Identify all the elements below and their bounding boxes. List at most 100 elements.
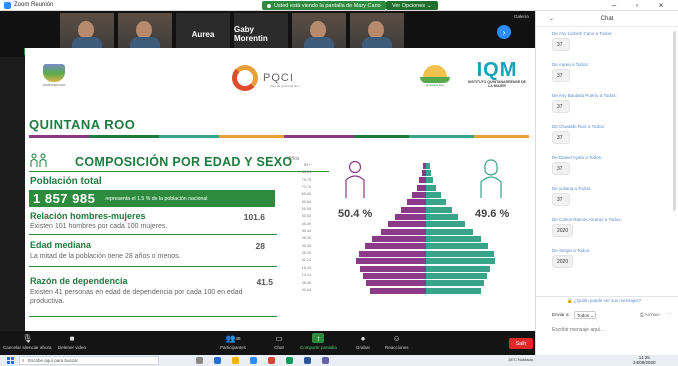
population-label: Población total	[30, 176, 102, 187]
close-icon[interactable]: ×	[652, 0, 670, 11]
chat-bubble: 2020	[552, 255, 574, 268]
chevron-down-icon: ⌄	[590, 313, 595, 318]
file-button[interactable]: ⎙ Archivo	[640, 312, 660, 317]
age-group-label: 75-79	[301, 177, 311, 182]
chat-header: ⌄ Chat	[536, 11, 678, 27]
view-options-button[interactable]: Ver Opciones ⌄	[386, 1, 438, 10]
male-bar	[371, 236, 426, 243]
participants-button[interactable]: 👥 48 Participantes	[220, 333, 247, 351]
male-bar	[401, 206, 426, 213]
age-group-label: 25-29	[301, 251, 311, 256]
chat-message: De Daniel Ayala a Todos: 37	[536, 152, 673, 183]
male-icon	[345, 160, 365, 198]
ratio-value: 101.6	[243, 212, 265, 222]
chat-scrollbar[interactable]	[673, 31, 676, 211]
male-bar	[416, 184, 426, 191]
excel-icon[interactable]	[286, 357, 293, 364]
more-icon[interactable]: ⋯	[667, 311, 672, 317]
chat-input[interactable]	[552, 324, 672, 336]
leave-button[interactable]: Salir	[509, 338, 533, 349]
chat-sender: De yuliana a Todos:	[552, 186, 592, 191]
shared-slide: QUINTANA ROO PQCI Plan de Quintana Roo Q…	[25, 48, 535, 331]
teams-icon[interactable]	[322, 357, 329, 364]
female-bar	[426, 162, 430, 169]
pqci-logo: PQCI Plan de Quintana Roo	[232, 63, 300, 93]
female-bar	[426, 214, 459, 221]
share-status-icon	[267, 3, 271, 8]
chat-sender: De Sergio a Todos:	[552, 248, 591, 253]
word-icon[interactable]	[304, 357, 311, 364]
age-group-label: 55-59	[301, 207, 311, 212]
color-bar-segment	[29, 135, 89, 138]
share-screen-icon: ↑	[312, 333, 325, 343]
age-group-label: 45-49	[301, 221, 311, 226]
who-can-see-link[interactable]: 🔒 ¿Quién puede ver sus mensajes?	[567, 298, 641, 304]
record-button[interactable]: ● Grabar	[356, 333, 370, 351]
chat-sender: De Oswaldo Ruiz a Todos:	[552, 124, 605, 129]
state-title: QUINTANA ROO	[29, 117, 136, 132]
age-group-label: 30-34	[301, 243, 311, 248]
maximize-icon[interactable]: ▫	[628, 0, 646, 11]
female-bar	[426, 228, 473, 235]
reactions-icon: ☺	[392, 333, 401, 343]
chevron-down-icon[interactable]: ⌄	[549, 15, 554, 22]
task-view-icon[interactable]	[196, 357, 203, 364]
chat-button[interactable]: ▭ Chat	[274, 333, 284, 351]
chat-bubble: 37	[552, 131, 570, 144]
female-percentage: 49.6 %	[475, 208, 510, 220]
windows-start-icon[interactable]	[7, 357, 14, 364]
color-bar-segment	[159, 135, 219, 138]
stop-video-button[interactable]: ■ Detener video	[58, 333, 86, 351]
send-to-row: Enviar a: Todos ⌄ ⎙ Archivo ⋯	[552, 311, 678, 321]
male-percentage: 50.4 %	[338, 208, 373, 220]
reactions-button[interactable]: ☺ Reacciones	[385, 333, 409, 351]
color-bar-segment	[219, 135, 284, 138]
taskbar-search[interactable]: ⌕ Escribe aquí para buscar	[19, 356, 159, 365]
zoom-taskbar-icon[interactable]	[250, 357, 257, 364]
divider	[29, 171, 329, 172]
dependency-desc: Existen 41 personas en edad de dependenc…	[30, 289, 243, 305]
mic-icon: 🎙	[22, 333, 33, 343]
share-screen-button[interactable]: ↑ Compartir pantalla	[300, 333, 337, 350]
file-explorer-icon[interactable]	[232, 357, 239, 364]
male-bar	[363, 272, 426, 279]
male-bar	[369, 287, 426, 294]
population-box: 1 857 985 representa el 1.5 % de la pobl…	[29, 190, 275, 207]
next-page-arrow-icon[interactable]: ›	[497, 25, 511, 39]
chat-bubble: 37	[552, 69, 570, 82]
edge-icon[interactable]	[214, 357, 221, 364]
share-banner: Usted está viendo la pantalla de Mary Ca…	[262, 1, 386, 10]
chrome-icon[interactable]	[268, 357, 275, 364]
male-bar	[419, 177, 426, 184]
age-group-label: 60-64	[301, 199, 311, 204]
male-bar	[412, 192, 426, 198]
taskbar-clock[interactable]: 11:25 24/09/2020	[633, 355, 656, 365]
population-note: representa el 1.5 % de la población naci…	[105, 195, 208, 202]
unmute-button[interactable]: 🎙 Cancelar silenciar ahora	[3, 333, 52, 351]
participants-label: Participantes	[220, 345, 247, 350]
female-bar	[426, 243, 489, 250]
male-bar	[394, 214, 426, 221]
minimize-icon[interactable]: –	[605, 0, 623, 11]
population-value: 1 857 985	[33, 191, 96, 206]
male-bar	[364, 243, 426, 250]
age-group-label: 05-09	[301, 280, 311, 285]
windows-taskbar: ⌕ Escribe aquí para buscar 18°C Nublado …	[0, 355, 678, 366]
chat-message: De Carlos Ramos Alcaraz a Todos: 2020	[536, 214, 673, 245]
female-bar	[426, 250, 494, 257]
chat-sender: De Aurea a Todos:	[552, 62, 589, 67]
female-bar	[426, 192, 441, 198]
decorative-color-bar	[29, 135, 529, 138]
female-bar	[426, 236, 482, 243]
send-to-label: Enviar a:	[552, 312, 570, 317]
female-bar	[426, 272, 488, 279]
gallery-view-label[interactable]: Galería	[514, 14, 529, 19]
chat-message: De Any Bautista Puerto a Todos: 37	[536, 90, 673, 121]
recipient-select[interactable]: Todos ⌄	[574, 311, 596, 319]
male-bar	[380, 228, 426, 235]
reactions-label: Reacciones	[385, 345, 409, 350]
median-age-desc: La mitad de la población tiene 28 años o…	[30, 253, 181, 260]
median-age-label: Edad mediana	[30, 240, 92, 250]
zoom-icon	[4, 1, 11, 9]
system-tray[interactable]: 18°C Nublado	[508, 357, 533, 362]
